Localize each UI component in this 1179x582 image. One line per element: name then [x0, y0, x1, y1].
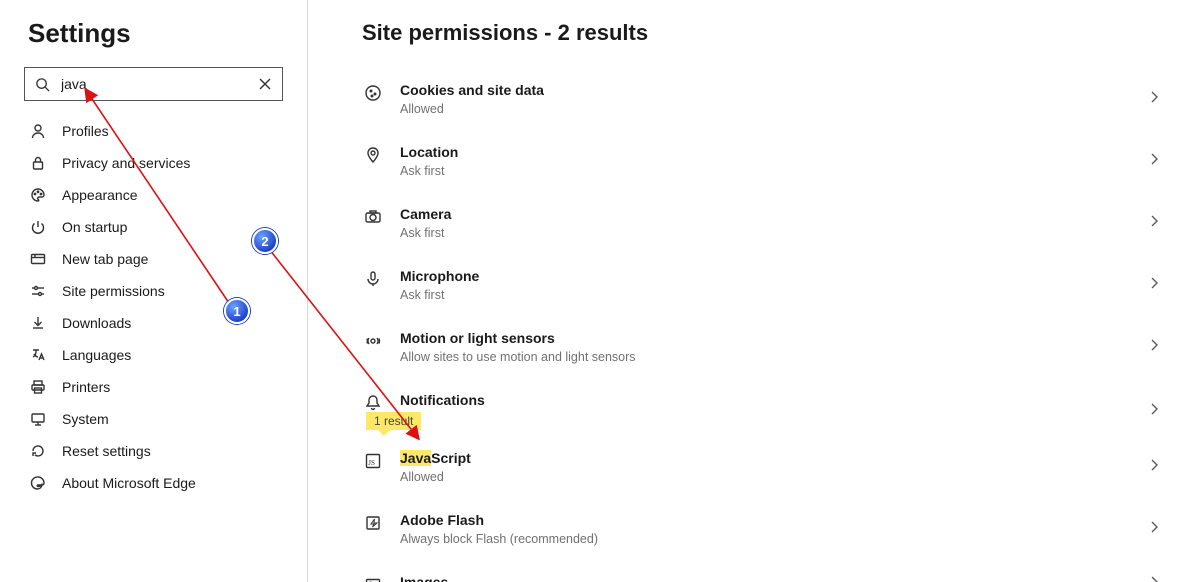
lock-icon	[28, 155, 48, 171]
annotation-marker-1: 1	[224, 298, 250, 324]
permission-label: Motion or light sensors	[400, 330, 1147, 346]
permission-list: Cookies and site data Allowed Location A…	[362, 68, 1179, 582]
permission-status: Always block Flash (recommended)	[400, 532, 1147, 546]
sidebar-item-label: Downloads	[62, 315, 131, 331]
permission-status: Ask first	[400, 226, 1147, 240]
cookie-icon	[362, 84, 384, 102]
permission-label: Location	[400, 144, 1147, 160]
sidebar-item-label: Privacy and services	[62, 155, 190, 171]
sidebar-item-site-permissions[interactable]: Site permissions	[0, 275, 297, 307]
palette-icon	[28, 187, 48, 203]
js-icon: JS	[362, 452, 384, 470]
location-icon	[362, 146, 384, 164]
permission-label: Notifications	[400, 392, 1147, 408]
permission-status: Allow sites to use motion and light sens…	[400, 350, 1147, 364]
sidebar-nav: Profiles Privacy and services Appearance…	[0, 115, 307, 499]
sidebar-item-about[interactable]: About Microsoft Edge	[0, 467, 297, 499]
image-icon	[362, 576, 384, 582]
sidebar-item-newtab[interactable]: New tab page	[0, 243, 297, 275]
download-icon	[28, 315, 48, 331]
sidebar-item-system[interactable]: System	[0, 403, 297, 435]
sidebar-item-label: System	[62, 411, 109, 427]
sidebar-item-label: Reset settings	[62, 443, 151, 459]
sidebar-item-label: Languages	[62, 347, 131, 363]
printer-icon	[28, 379, 48, 395]
chevron-right-icon	[1147, 402, 1161, 421]
chevron-right-icon	[1147, 458, 1161, 477]
permission-status: Ask first	[400, 288, 1147, 302]
sidebar-item-downloads[interactable]: Downloads	[0, 307, 297, 339]
clear-search-icon[interactable]	[256, 78, 274, 90]
page-title: Site permissions - 2 results	[362, 20, 1179, 46]
permission-cookies[interactable]: Cookies and site data Allowed	[362, 68, 1179, 130]
permission-label: Images	[400, 574, 1147, 582]
search-highlight: Java	[400, 450, 431, 466]
permission-location[interactable]: Location Ask first	[362, 130, 1179, 192]
permission-microphone[interactable]: Microphone Ask first	[362, 254, 1179, 316]
chevron-right-icon	[1147, 214, 1161, 233]
chevron-right-icon	[1147, 338, 1161, 357]
permission-label: Microphone	[400, 268, 1147, 284]
reset-icon	[28, 443, 48, 459]
sidebar-item-label: On startup	[62, 219, 127, 235]
chevron-right-icon	[1147, 90, 1161, 109]
permission-status: Ask first	[400, 164, 1147, 178]
permission-label: Cookies and site data	[400, 82, 1147, 98]
language-icon	[28, 347, 48, 363]
bell-icon	[362, 394, 384, 412]
microphone-icon	[362, 270, 384, 288]
edge-icon	[28, 475, 48, 491]
flash-icon	[362, 514, 384, 532]
camera-icon	[362, 208, 384, 226]
sidebar-item-appearance[interactable]: Appearance	[0, 179, 297, 211]
permission-motion-sensors[interactable]: Motion or light sensors Allow sites to u…	[362, 316, 1179, 378]
search-result-badge: 1 result	[366, 412, 421, 430]
sidebar-item-profiles[interactable]: Profiles	[0, 115, 297, 147]
sidebar-item-label: About Microsoft Edge	[62, 475, 196, 491]
chevron-right-icon	[1147, 152, 1161, 171]
svg-text:JS: JS	[368, 459, 375, 467]
chevron-right-icon	[1147, 520, 1161, 539]
permission-label: JavaScript	[400, 450, 1147, 466]
sidebar-title: Settings	[28, 18, 307, 49]
permission-label: Camera	[400, 206, 1147, 222]
permission-status: Allowed	[400, 102, 1147, 116]
profile-icon	[28, 123, 48, 139]
permission-javascript[interactable]: JS JavaScript Allowed	[362, 436, 1179, 498]
sidebar-item-reset[interactable]: Reset settings	[0, 435, 297, 467]
tab-icon	[28, 251, 48, 267]
sidebar-item-languages[interactable]: Languages	[0, 339, 297, 371]
search-icon	[33, 77, 51, 92]
sidebar-item-label: Appearance	[62, 187, 138, 203]
permission-images[interactable]: Images	[362, 560, 1179, 582]
sidebar-item-label: Printers	[62, 379, 110, 395]
chevron-right-icon	[1147, 575, 1161, 582]
search-settings-box[interactable]	[24, 67, 283, 101]
sliders-icon	[28, 283, 48, 299]
sidebar-item-printers[interactable]: Printers	[0, 371, 297, 403]
permission-label: Adobe Flash	[400, 512, 1147, 528]
sidebar-item-label: Site permissions	[62, 283, 165, 299]
sidebar-item-label: Profiles	[62, 123, 109, 139]
permission-notifications[interactable]: Notifications 1 result	[362, 378, 1179, 436]
system-icon	[28, 411, 48, 427]
annotation-marker-2: 2	[252, 228, 278, 254]
sensor-icon	[362, 332, 384, 350]
settings-sidebar: Settings Profiles Privacy and servi	[0, 0, 308, 582]
sidebar-item-privacy[interactable]: Privacy and services	[0, 147, 297, 179]
permission-status: Allowed	[400, 470, 1147, 484]
search-input[interactable]	[59, 75, 256, 93]
chevron-right-icon	[1147, 276, 1161, 295]
sidebar-item-label: New tab page	[62, 251, 148, 267]
main-content: Site permissions - 2 results Cookies and…	[308, 0, 1179, 582]
permission-camera[interactable]: Camera Ask first	[362, 192, 1179, 254]
power-icon	[28, 219, 48, 235]
permission-flash[interactable]: Adobe Flash Always block Flash (recommen…	[362, 498, 1179, 560]
